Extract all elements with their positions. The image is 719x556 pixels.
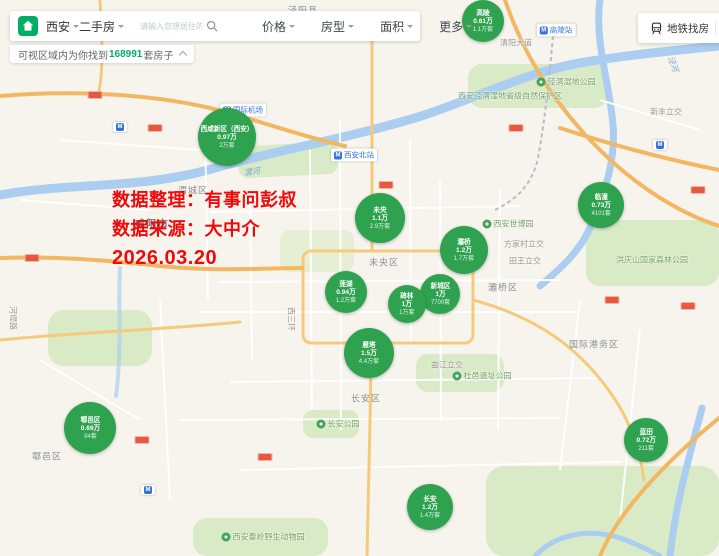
search-header-card: 西安 二手房 价格 房型 面积 更多 bbox=[10, 11, 473, 41]
district-price-bubble[interactable]: 临潼 0.73万 4101套 bbox=[578, 182, 624, 228]
bubble-district-name: 灞桥 bbox=[457, 238, 471, 246]
category-selector[interactable]: 二手房 bbox=[79, 18, 125, 35]
bubble-district-name: 高陵 bbox=[476, 9, 490, 17]
bubble-listing-count: 1.7万套 bbox=[453, 254, 475, 261]
bubble-avg-price: 0.69万 bbox=[80, 424, 100, 432]
bubble-district-name: 莲湖 bbox=[339, 280, 353, 288]
road-number-badge bbox=[24, 254, 40, 262]
bubble-district-name: 雁塔 bbox=[362, 341, 376, 349]
district-price-bubble[interactable]: 蓝田 0.72万 211套 bbox=[624, 418, 668, 462]
district-price-bubble[interactable]: 未央 1.1万 2.9万套 bbox=[355, 193, 405, 243]
results-summary-bar: 可视区域内为你找到 168991 套房子 bbox=[10, 45, 194, 63]
district-price-bubble[interactable]: 长安 1.2万 1.4万套 bbox=[407, 484, 453, 530]
metro-station-badge bbox=[653, 140, 667, 150]
bubble-district-name: 未央 bbox=[373, 206, 387, 214]
metro-station-badge bbox=[141, 485, 155, 495]
metro-icon bbox=[539, 26, 548, 34]
bubble-listing-count: 7700套 bbox=[430, 298, 450, 305]
city-selector[interactable]: 西安 bbox=[46, 18, 80, 35]
bubble-listing-count: 1.4万套 bbox=[419, 511, 441, 518]
bubble-listing-count: 2万套 bbox=[219, 141, 235, 148]
bubble-district-name: 长安 bbox=[423, 495, 437, 503]
bubble-district-name: 鄠邑区 bbox=[80, 416, 100, 424]
bubble-avg-price: 1.2万 bbox=[422, 503, 438, 511]
chevron-down-icon bbox=[289, 24, 296, 31]
chevron-down-icon bbox=[407, 24, 414, 31]
bubble-avg-price: 1.1万 bbox=[372, 214, 388, 222]
district-price-bubble[interactable]: 雁塔 1.5万 4.4万套 bbox=[344, 328, 394, 378]
metro-icon bbox=[334, 151, 342, 159]
house-icon bbox=[22, 20, 34, 31]
metro-find-label: 地铁找房 bbox=[667, 22, 709, 35]
chevron-down-icon bbox=[348, 24, 355, 31]
metro-icon bbox=[656, 141, 664, 149]
district-price-bubble[interactable]: 鄠邑区 0.69万 94套 bbox=[64, 402, 116, 454]
filter-room-type[interactable]: 房型 bbox=[321, 18, 355, 35]
bubble-district-name: 临潼 bbox=[594, 193, 608, 201]
road-number-badge bbox=[147, 124, 163, 132]
metro-icon bbox=[116, 123, 124, 131]
map-canvas[interactable]: 泾阳县 清阳大道 泾河 渭河 渭城区 咸阳市 未央区 灞桥区 长安区 鄠邑区 bbox=[0, 0, 719, 556]
bubble-listing-count: 1.1万套 bbox=[472, 25, 494, 32]
search-box bbox=[140, 20, 218, 32]
metro-station-badge: 高陵站 bbox=[536, 23, 576, 37]
district-price-bubble[interactable]: 灞桥 1.2万 1.7万套 bbox=[440, 226, 488, 274]
metro-icon bbox=[144, 486, 152, 494]
bubble-listing-count: 1.2万套 bbox=[335, 296, 357, 303]
road-number-badge bbox=[680, 302, 696, 310]
bubble-district-name: 碑林 bbox=[400, 292, 414, 300]
bubble-avg-price: 0.61万 bbox=[473, 17, 493, 25]
metro-find-button[interactable]: 地铁找房 bbox=[638, 13, 719, 43]
bubble-district-name: 蓝田 bbox=[639, 428, 653, 436]
filter-price[interactable]: 价格 bbox=[262, 18, 296, 35]
bubble-listing-count: 1万套 bbox=[399, 308, 415, 315]
road-number-badge bbox=[378, 181, 394, 189]
divider bbox=[715, 21, 716, 35]
results-prefix: 可视区域内为你找到 bbox=[18, 50, 108, 62]
road-number-badge bbox=[257, 453, 273, 461]
bubble-listing-count: 211套 bbox=[638, 444, 654, 451]
road-number-badge bbox=[508, 124, 524, 132]
chevron-down-icon bbox=[466, 24, 473, 31]
district-price-bubble[interactable]: 莲湖 0.94万 1.2万套 bbox=[325, 271, 367, 313]
train-icon bbox=[651, 22, 662, 34]
metro-station-badge: 西安北站 bbox=[331, 148, 377, 162]
metro-station-badge bbox=[113, 122, 127, 132]
filter-bar: 价格 房型 面积 更多 bbox=[262, 18, 473, 35]
bubble-avg-price: 1.5万 bbox=[361, 349, 377, 357]
search-input[interactable] bbox=[140, 21, 203, 31]
bubble-avg-price: 0.97万 bbox=[217, 133, 237, 141]
bubble-district-name: 西咸新区（西安） bbox=[200, 125, 254, 133]
district-price-bubble[interactable]: 新城区 1万 7700套 bbox=[420, 274, 460, 314]
district-price-bubble[interactable]: 碑林 1万 1万套 bbox=[388, 285, 426, 323]
road-number-badge bbox=[604, 296, 620, 304]
filter-area[interactable]: 面积 bbox=[380, 18, 414, 35]
road-number-badge bbox=[87, 91, 103, 99]
road-number-badge bbox=[134, 436, 150, 444]
chevron-up-icon[interactable] bbox=[178, 50, 188, 60]
road-number-badge bbox=[690, 186, 706, 194]
bubble-listing-count: 4101套 bbox=[591, 209, 611, 216]
bubble-listing-count: 4.4万套 bbox=[358, 357, 380, 364]
bubble-avg-price: 0.73万 bbox=[591, 201, 611, 209]
bubble-listing-count: 2.9万套 bbox=[369, 222, 391, 229]
bubble-avg-price: 1万 bbox=[434, 290, 446, 298]
chevron-down-icon bbox=[118, 24, 125, 31]
beike-logo[interactable] bbox=[18, 16, 38, 36]
bubble-avg-price: 1万 bbox=[401, 300, 413, 308]
bubble-avg-price: 0.72万 bbox=[636, 436, 656, 444]
bubble-district-name: 新城区 bbox=[430, 282, 450, 290]
search-icon[interactable] bbox=[206, 20, 218, 32]
bubble-listing-count: 94套 bbox=[83, 432, 97, 439]
results-count: 168991 bbox=[109, 48, 143, 60]
bubble-avg-price: 0.94万 bbox=[336, 288, 356, 296]
bubble-avg-price: 1.2万 bbox=[456, 246, 472, 254]
filter-more[interactable]: 更多 bbox=[439, 18, 473, 35]
district-price-bubble[interactable]: 西咸新区（西安） 0.97万 2万套 bbox=[198, 108, 256, 166]
results-suffix: 套房子 bbox=[143, 50, 174, 62]
